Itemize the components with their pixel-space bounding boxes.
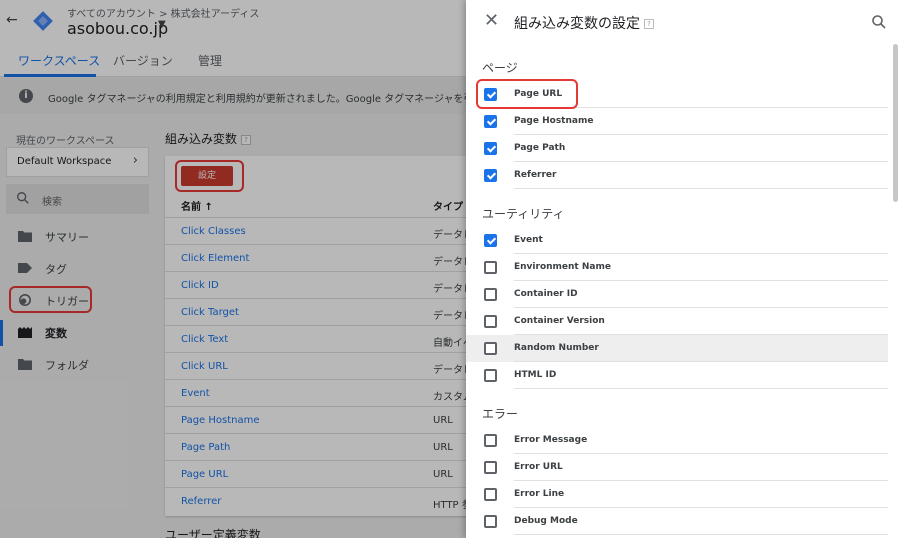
variable-option-row[interactable]: Error URL [466, 454, 888, 481]
checkbox-unchecked-icon[interactable] [484, 434, 497, 447]
checkbox-checked-icon[interactable] [484, 142, 497, 155]
variable-option-row[interactable]: Referrer [466, 162, 888, 189]
checkbox-checked-icon[interactable] [484, 115, 497, 128]
close-icon[interactable]: ✕ [484, 12, 499, 30]
checkbox-unchecked-icon[interactable] [484, 288, 497, 301]
variable-option-label: Container Version [514, 316, 605, 326]
checkbox-checked-icon[interactable] [484, 169, 497, 182]
variable-option-row[interactable]: Environment Name [466, 254, 888, 281]
divider [514, 188, 888, 189]
variable-option-label: Event [514, 235, 543, 245]
variable-option-label: Container ID [514, 289, 578, 299]
variable-option-row[interactable]: Container Version [466, 308, 888, 335]
divider [514, 388, 888, 389]
panel-title: 組み込み変数の設定? [514, 13, 654, 33]
variable-option-label: Environment Name [514, 262, 611, 272]
variable-option-label: Error URL [514, 462, 563, 472]
variable-option-label: HTML ID [514, 370, 557, 380]
checkbox-checked-icon[interactable] [484, 234, 497, 247]
checkbox-unchecked-icon[interactable] [484, 342, 497, 355]
checkbox-unchecked-icon[interactable] [484, 515, 497, 528]
variable-option-label: Error Message [514, 435, 588, 445]
checkbox-unchecked-icon[interactable] [484, 369, 497, 382]
divider [514, 534, 888, 535]
variable-option-label: Page Path [514, 143, 566, 153]
variable-option-row[interactable]: HTML ID [466, 362, 888, 389]
section-header: ユーティリティ [482, 207, 565, 221]
checkbox-unchecked-icon[interactable] [484, 488, 497, 501]
panel-header: ✕ 組み込み変数の設定? [466, 0, 899, 46]
variable-option-label: Debug Mode [514, 516, 578, 526]
variable-option-row[interactable]: Error Line [466, 481, 888, 508]
variable-option-label: Page Hostname [514, 116, 594, 126]
variable-option-label: Random Number [514, 343, 599, 353]
checkbox-unchecked-icon[interactable] [484, 315, 497, 328]
builtin-variables-panel: ✕ 組み込み変数の設定? ページ Page URL Page Hostname Pag… [466, 0, 899, 538]
variable-option-row[interactable]: Page Path [466, 135, 888, 162]
variable-option-row[interactable]: Page Hostname [466, 108, 888, 135]
panel-scrollbar[interactable] [893, 44, 898, 202]
variable-option-row[interactable]: Container ID [466, 281, 888, 308]
help-icon[interactable]: ? [644, 19, 654, 29]
section-header: ページ [482, 61, 518, 75]
checkbox-unchecked-icon[interactable] [484, 261, 497, 274]
checkbox-unchecked-icon[interactable] [484, 461, 497, 474]
variable-option-row[interactable]: Event [466, 227, 888, 254]
variable-option-row[interactable]: Error Message [466, 427, 888, 454]
page-url-highlight-outline [476, 79, 578, 109]
variable-option-label: Referrer [514, 170, 557, 180]
section-header: エラー [482, 407, 519, 421]
variable-option-row[interactable]: Debug Mode [466, 508, 888, 535]
variable-option-label: Error Line [514, 489, 565, 499]
variable-option-row[interactable]: Random Number [466, 335, 888, 362]
search-icon[interactable] [871, 14, 887, 30]
